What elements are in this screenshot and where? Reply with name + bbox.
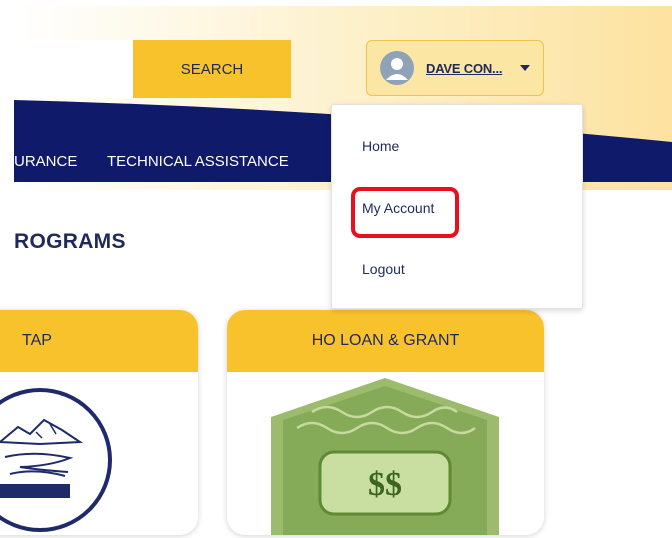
program-card-ho-loan-grant[interactable]: HO LOAN & GRANT $$: [227, 310, 544, 535]
menu-item-home[interactable]: Home: [362, 138, 399, 154]
nav-item-insurance[interactable]: URANCE: [14, 153, 77, 170]
user-name: DAVE CON...: [426, 61, 503, 76]
user-avatar-icon: [380, 51, 414, 85]
card-title: HO LOAN & GRANT: [227, 310, 544, 372]
section-title: ROGRAMS: [14, 230, 126, 253]
card-title: TAP: [0, 310, 198, 372]
highlight-box: [351, 187, 459, 238]
search-button[interactable]: SEARCH: [133, 40, 291, 98]
menu-item-logout[interactable]: Logout: [362, 261, 405, 277]
card-icon-text: $$: [368, 466, 402, 503]
money-house-icon: $$: [271, 378, 499, 535]
search-input[interactable]: [14, 40, 134, 98]
chevron-down-icon: [520, 65, 530, 71]
tap-logo-icon: [0, 388, 112, 532]
user-menu-button[interactable]: DAVE CON...: [366, 40, 544, 96]
nav-item-technical-assistance[interactable]: TECHNICAL ASSISTANCE: [107, 153, 289, 170]
program-card-tap[interactable]: TAP: [0, 310, 198, 535]
